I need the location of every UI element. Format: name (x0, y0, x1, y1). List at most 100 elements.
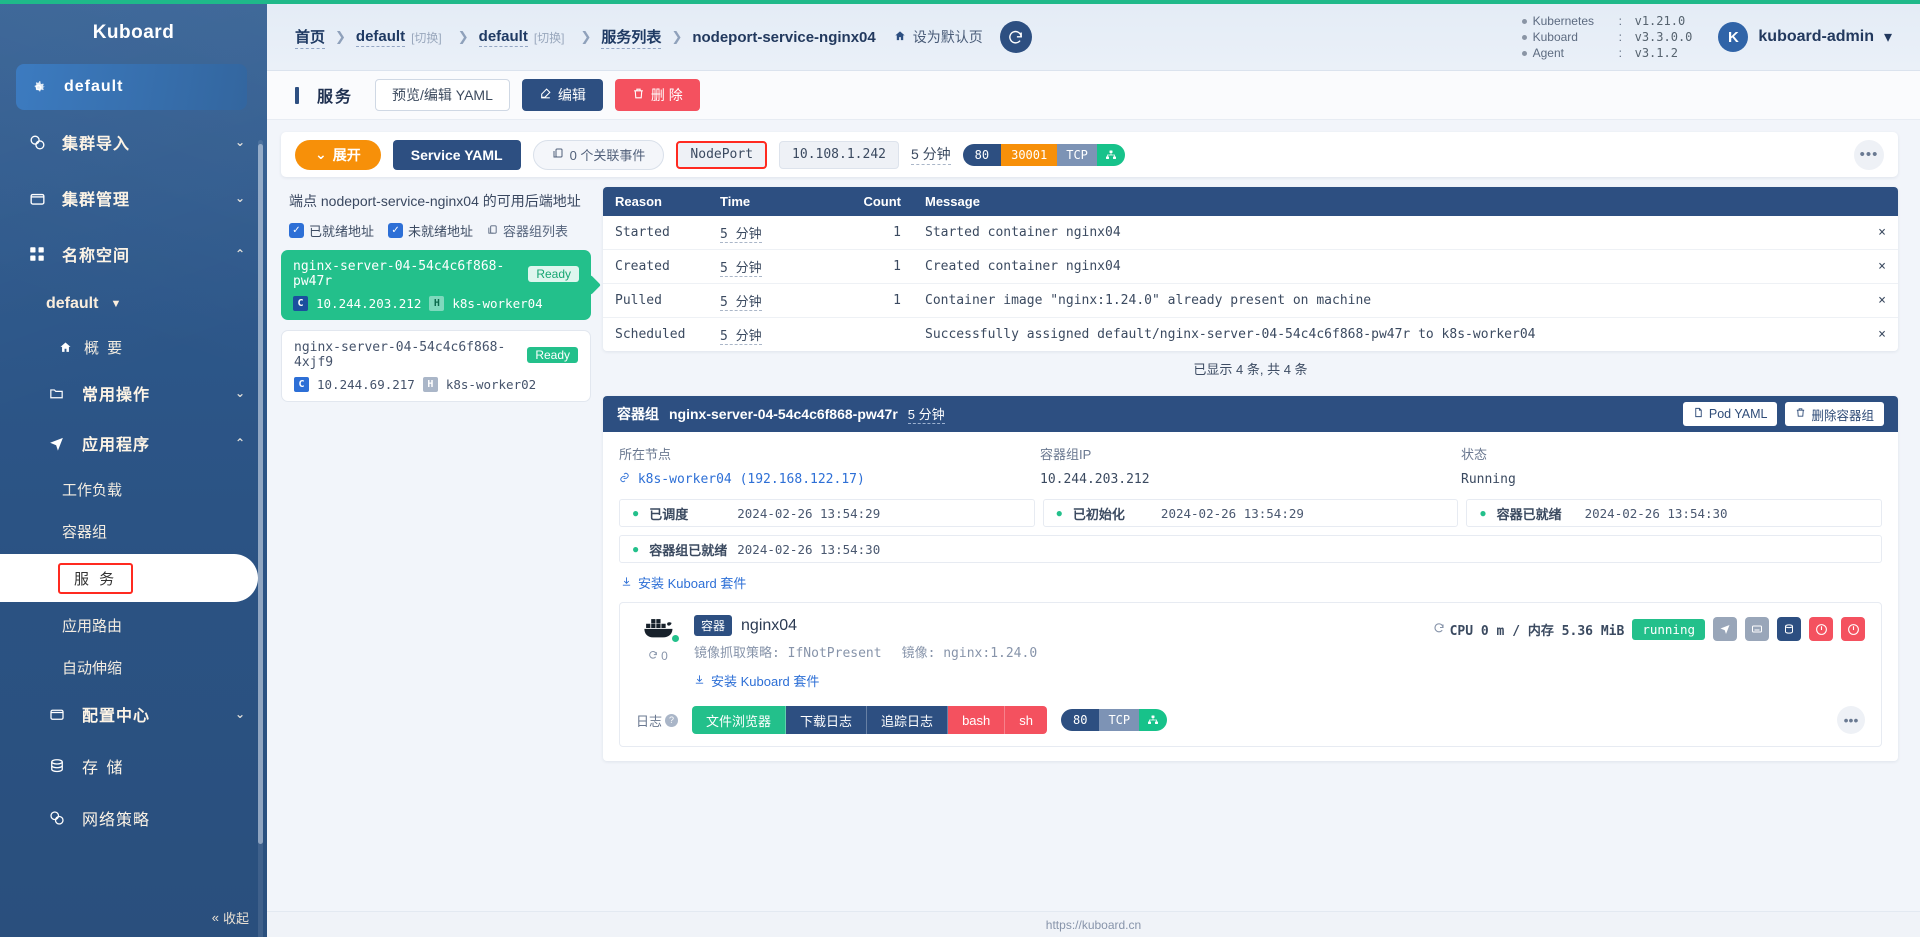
service-node-port: 30001 (1001, 143, 1058, 166)
restart-count: 0 (648, 649, 668, 663)
related-events-button[interactable]: 0 个关联事件 (532, 139, 665, 170)
refresh-icon[interactable] (999, 21, 1032, 53)
user-name: kuboard-admin (1758, 28, 1874, 45)
tab-marker (295, 86, 299, 104)
sidebar-collapse-button[interactable]: « 收起 (212, 908, 249, 927)
sidebar-item-common-ops[interactable]: 常用操作 ⌄ (0, 368, 267, 418)
table-row[interactable]: Created 5 分钟 1 Created container nginx04… (603, 249, 1898, 284)
more-dots-icon[interactable]: ••• (1837, 706, 1865, 734)
breadcrumb-namespace[interactable]: default (478, 28, 528, 47)
power-icon[interactable] (1809, 617, 1833, 641)
pod-condition: ● 容器组已就绪 2024-02-26 13:54:30 (619, 535, 1882, 563)
bash-button[interactable]: bash (948, 706, 1006, 734)
condition-label: 容器已就绪 (1496, 506, 1562, 522)
close-icon[interactable]: × (1864, 318, 1898, 352)
chevron-down-icon: ⌄ (234, 707, 245, 721)
event-time-link[interactable]: 5 分钟 (720, 227, 762, 243)
sidebar-item-applications[interactable]: 应用程序 ⌃ (0, 418, 267, 468)
tail-logs-button[interactable]: 追踪日志 (867, 706, 949, 734)
sidebar-item-network-policy[interactable]: 网络策略 (0, 792, 267, 844)
user-menu[interactable]: K kuboard-admin ▾ (1704, 22, 1920, 52)
sidebar-item-config-center[interactable]: 配置中心 ⌄ (0, 688, 267, 740)
breadcrumb-cluster[interactable]: default (355, 28, 406, 47)
container-name: nginx04 (741, 616, 798, 634)
sidebar-item-storage[interactable]: 存 储 (0, 740, 267, 792)
table-row[interactable]: Pulled 5 分钟 1 Container image "nginx:1.2… (603, 283, 1898, 318)
version-name: Kubernetes (1532, 13, 1594, 28)
endpoint-name: nginx-server-04-54c4c6f868-4xjf9 (294, 340, 506, 370)
endpoint-card-selected[interactable]: nginx-server-04-54c4c6f868-pw47r Ready C… (281, 250, 591, 320)
expand-button[interactable]: ⌄ 展开 (295, 139, 381, 170)
resource-tabbar: 服务 预览/编辑 YAML 编辑 删 除 (267, 71, 1920, 120)
breadcrumb-namespace-switch[interactable]: [切换] (534, 29, 565, 46)
sidebar-item-cluster-manage[interactable]: 集群管理 ⌄ (0, 170, 267, 226)
sidebar-item-pods[interactable]: 容器组 (0, 510, 267, 552)
sidebar-item-ingress[interactable]: 应用路由 (0, 604, 267, 646)
service-type-chip[interactable]: NodePort (676, 140, 768, 169)
endpoint-node: k8s-worker02 (445, 377, 537, 392)
table-row[interactable]: Scheduled 5 分钟 Successfully assigned def… (603, 318, 1898, 352)
container-install-kuboard-link[interactable]: 安装 Kuboard 套件 (694, 671, 1419, 690)
send-icon[interactable] (1713, 617, 1737, 641)
filter-ready-checkbox[interactable]: ✓ 已就绪地址 (289, 221, 374, 240)
delete-button[interactable]: 删 除 (614, 79, 700, 111)
breadcrumb-service-list[interactable]: 服务列表 (601, 26, 662, 49)
sidebar-item-default-cluster[interactable]: default (16, 64, 247, 110)
event-count: 1 (843, 249, 913, 284)
sidebar-namespace-selector[interactable]: default ▼ (0, 282, 267, 326)
top-accent-bar (0, 0, 1920, 4)
breadcrumb-cluster-switch[interactable]: [切换] (411, 29, 442, 46)
sidebar-item-autoscaling[interactable]: 自动伸缩 (0, 646, 267, 688)
logs-label-wrap: 日志 ? (636, 711, 679, 730)
bullet-icon (1521, 34, 1527, 40)
breadcrumb-home[interactable]: 首页 (295, 26, 326, 49)
send-icon (48, 435, 74, 452)
power-icon[interactable] (1841, 617, 1865, 641)
table-row[interactable]: Started 5 分钟 1 Started container nginx04… (603, 216, 1898, 250)
set-default-page-button[interactable]: 设为默认页 (893, 27, 983, 47)
sh-button[interactable]: sh (1005, 706, 1047, 734)
container-port-pill[interactable]: 80 TCP (1061, 709, 1168, 731)
sidebar-item-cluster-import[interactable]: 集群导入 ⌄ (0, 114, 267, 170)
close-icon[interactable]: × (1864, 216, 1898, 250)
sidebar-item-services[interactable]: 服 务 (0, 554, 258, 602)
close-icon[interactable]: × (1864, 249, 1898, 284)
container-ip-tag: C (294, 377, 309, 392)
pod-yaml-button[interactable]: Pod YAML (1682, 402, 1778, 426)
filter-notready-checkbox[interactable]: ✓ 未就绪地址 (388, 221, 473, 240)
condition-time: 2024-02-26 13:54:29 (1160, 505, 1304, 521)
event-time-link[interactable]: 5 分钟 (720, 261, 762, 277)
pod-install-kuboard-link[interactable]: 安装 Kuboard 套件 (621, 573, 1882, 592)
footer-url[interactable]: https://kuboard.cn (1046, 918, 1141, 932)
service-yaml-button[interactable]: Service YAML (392, 139, 521, 170)
delete-pod-button[interactable]: 删除容器组 (1785, 402, 1884, 426)
event-time-link[interactable]: 5 分钟 (720, 295, 762, 311)
database-icon[interactable] (1777, 617, 1801, 641)
edit-button[interactable]: 编辑 (521, 79, 603, 111)
pod-list-link[interactable]: 容器组列表 (487, 221, 568, 240)
cluster-ip-chip[interactable]: 10.108.1.242 (779, 140, 899, 169)
service-port-pill[interactable]: 80 30001 TCP (962, 143, 1125, 166)
preview-edit-yaml-button[interactable]: 预览/编辑 YAML (375, 79, 510, 111)
endpoint-row-detail: C 10.244.69.217 H k8s-worker02 (294, 377, 578, 392)
endpoint-card[interactable]: nginx-server-04-54c4c6f868-4xjf9 Ready C… (281, 330, 591, 402)
question-icon[interactable]: ? (665, 713, 679, 727)
endpoint-ip: 10.244.69.217 (317, 377, 415, 392)
sidebar-item-workloads[interactable]: 工作负载 (0, 468, 267, 510)
file-browser-button[interactable]: 文件浏览器 (692, 706, 787, 734)
pod-node-value[interactable]: k8s-worker04 (192.168.122.17) (638, 472, 865, 487)
close-icon[interactable]: × (1864, 283, 1898, 318)
pod-age[interactable]: 5 分钟 (907, 404, 945, 424)
download-logs-button[interactable]: 下载日志 (786, 706, 868, 734)
more-dots-icon[interactable]: ••• (1854, 139, 1884, 170)
chevron-double-left-icon: « (211, 910, 219, 925)
terminal-icon[interactable] (1745, 617, 1769, 641)
clusters-icon (28, 133, 54, 152)
pod-ip-label: 容器组IP (1040, 447, 1092, 462)
service-age[interactable]: 5 分钟 (910, 144, 951, 165)
event-time-link[interactable]: 5 分钟 (720, 329, 762, 345)
version-row: Kubernetes : v1.21.0 (1521, 13, 1693, 29)
sidebar-item-namespaces[interactable]: 名称空间 ⌃ (0, 226, 267, 282)
sidebar-item-overview[interactable]: 概 要 (0, 326, 267, 368)
link-icon (619, 472, 638, 487)
